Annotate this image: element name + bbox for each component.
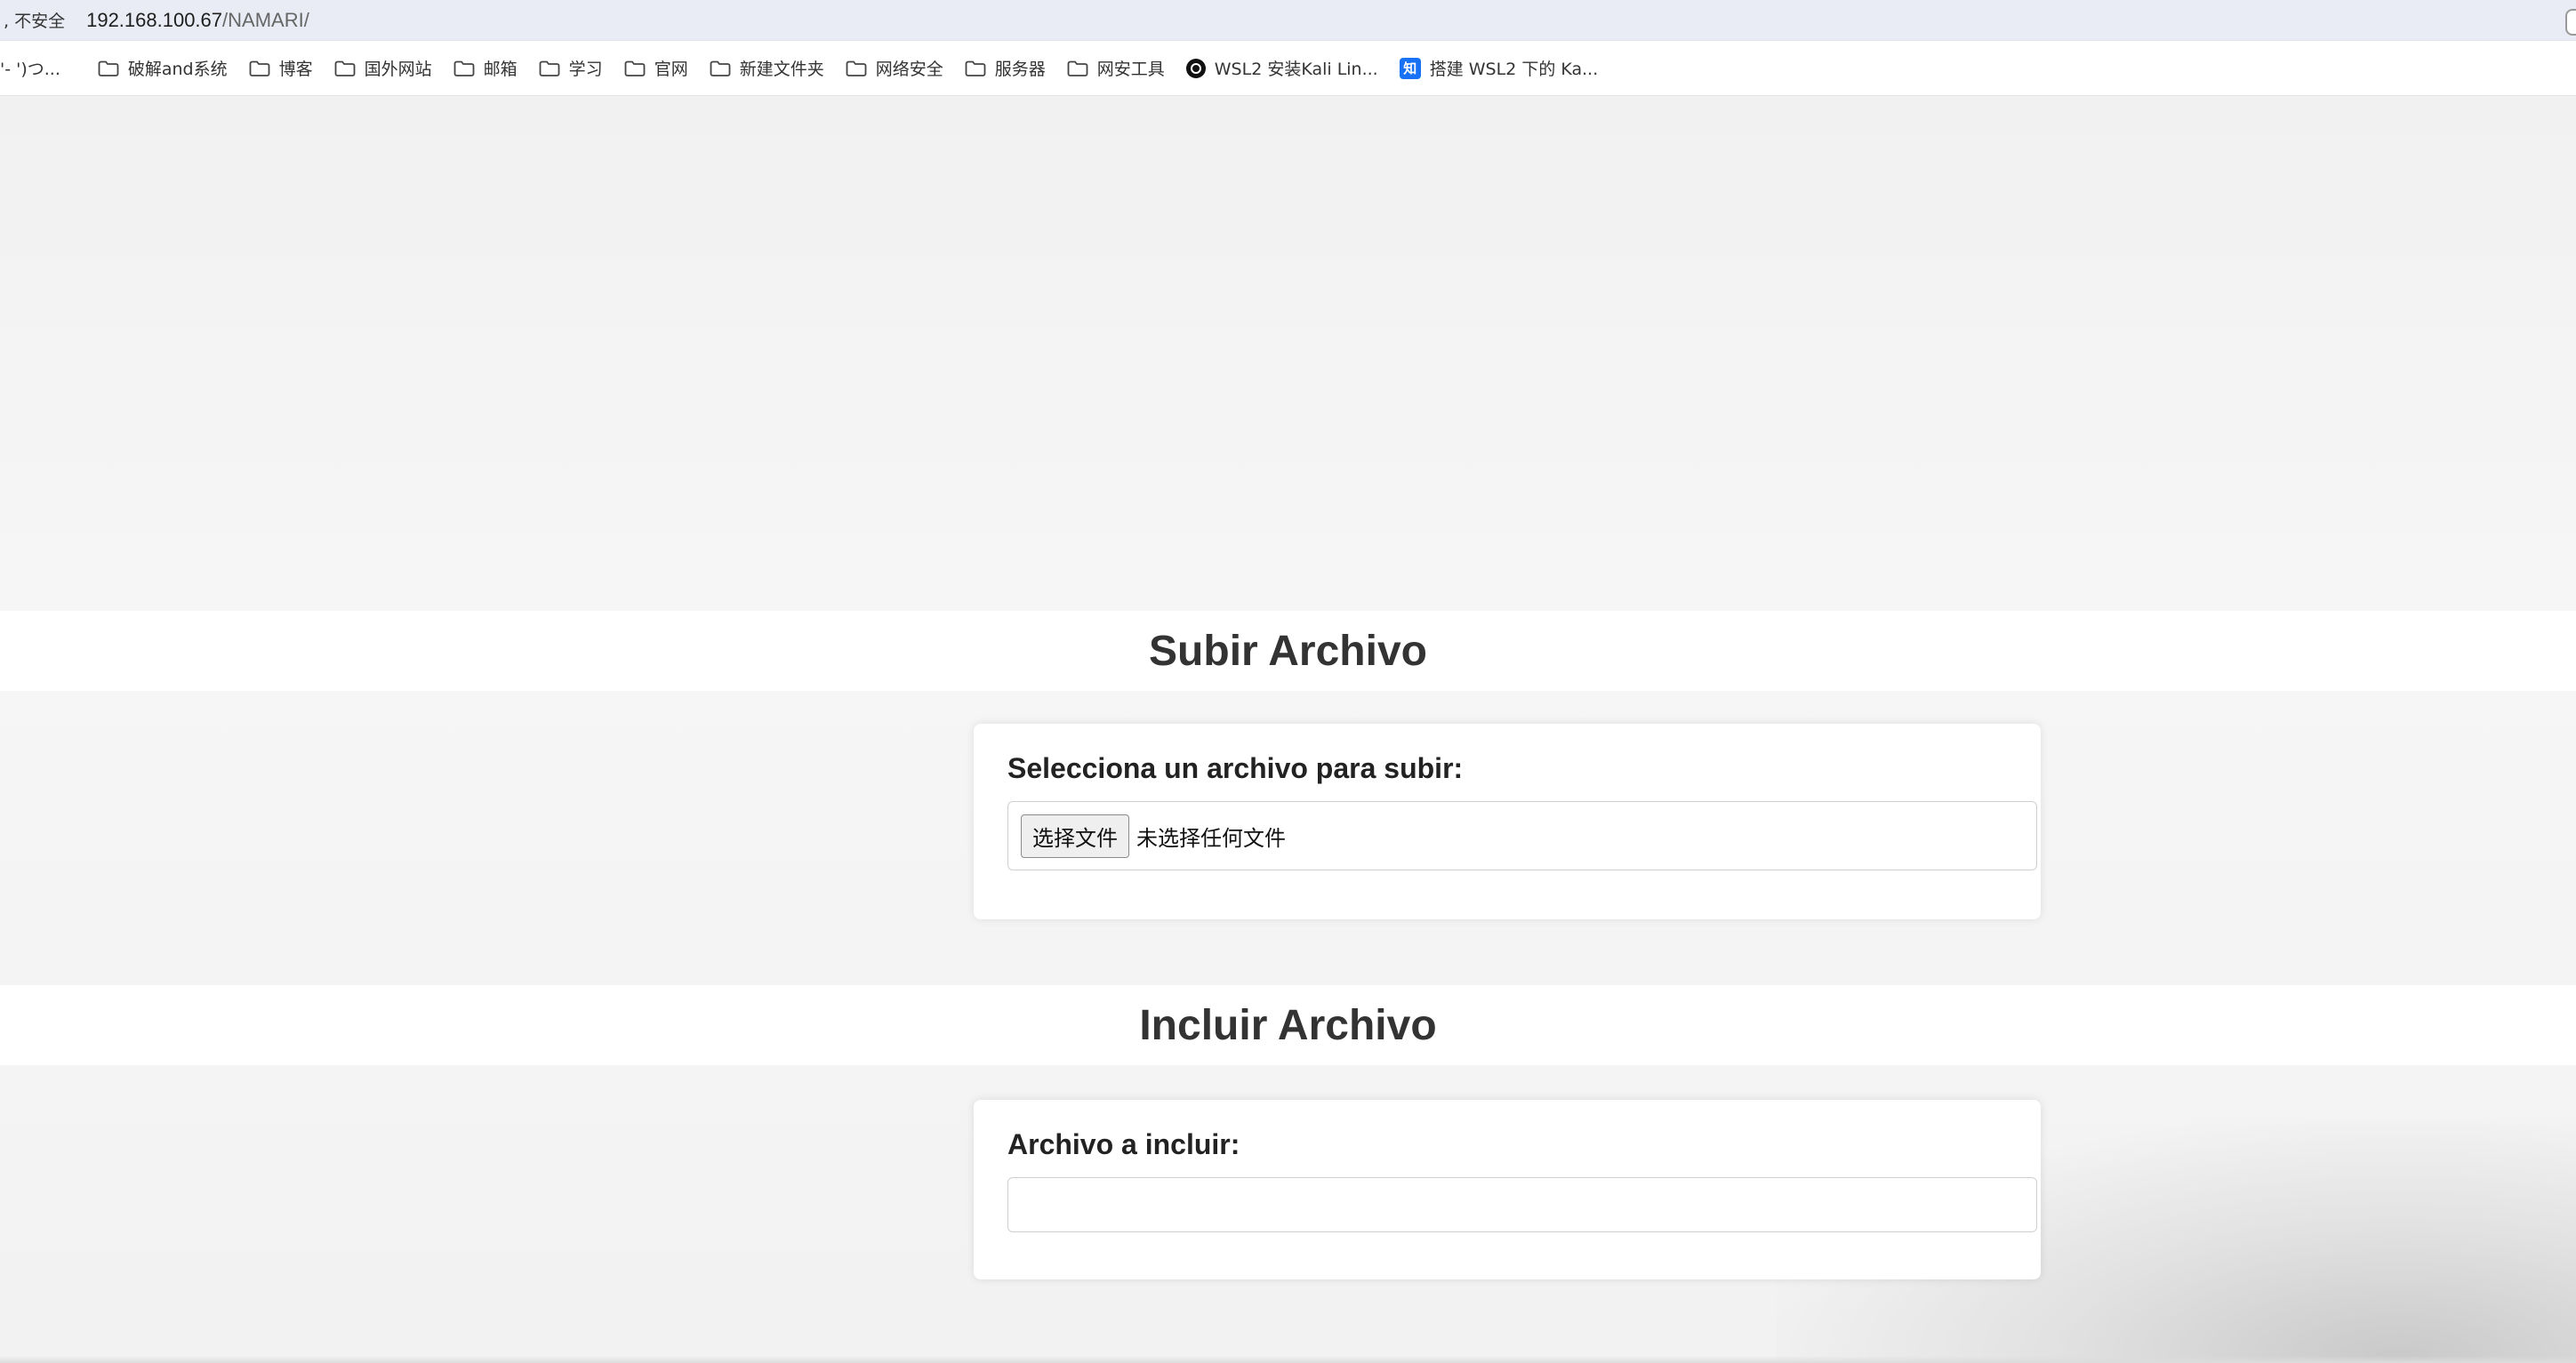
bookmark-folder-6[interactable]: 官网: [615, 51, 701, 86]
choose-file-button[interactable]: 选择文件: [1021, 814, 1129, 858]
folder-icon: [249, 60, 270, 76]
address-bar[interactable]: , 不安全 192.168.100.67/NAMARI/: [0, 0, 2576, 41]
bookmark-folder-5[interactable]: 学习: [530, 51, 615, 86]
folder-icon: [846, 60, 867, 76]
bottom-shade: [0, 1356, 2576, 1363]
bookmark-label: 国外网站: [364, 60, 432, 79]
bookmark-folder-1[interactable]: 破解and系统: [89, 51, 240, 86]
bookmark-label: 邮箱: [483, 60, 518, 79]
file-input[interactable]: 选择文件 未选择任何文件: [1007, 801, 2037, 870]
bookmark-label: 博客: [278, 60, 313, 79]
url-host[interactable]: 192.168.100.67: [86, 9, 222, 32]
bookmark-label: 破解and系统: [127, 60, 228, 79]
folder-icon: [334, 60, 356, 76]
folder-icon: [539, 60, 560, 76]
bookmark-folder-2[interactable]: 博客: [240, 51, 325, 86]
bookmark-label: 新建文件夹: [739, 60, 824, 79]
bookmark-folder-3[interactable]: 国外网站: [325, 51, 445, 86]
bookmark-label: 官网: [654, 60, 688, 79]
bookmark-zhihu[interactable]: 知 搭建 WSL2 下的 Ka...: [1391, 51, 1611, 86]
folder-icon: [1067, 60, 1088, 76]
bookmark-item-0[interactable]: '- ')つ...: [0, 51, 73, 86]
bookmark-label: 网络安全: [875, 60, 943, 79]
upload-card: Selecciona un archivo para subir: 选择文件 未…: [974, 724, 2041, 919]
page-content: Subir Archivo Selecciona un archivo para…: [0, 96, 2576, 1363]
folder-icon: [453, 60, 475, 76]
bookmark-folder-8[interactable]: 网络安全: [837, 51, 956, 86]
upload-header: Subir Archivo: [0, 611, 2576, 691]
bookmark-label: WSL2 安装Kali Lin...: [1214, 60, 1378, 79]
bookmark-label: 网安工具: [1096, 60, 1165, 79]
folder-icon: [624, 60, 646, 76]
zhihu-icon: 知: [1399, 57, 1421, 79]
bookmark-label: 学习: [568, 60, 603, 79]
chatgpt-icon: [1185, 58, 1206, 78]
folder-icon: [965, 60, 986, 76]
folder-icon: [98, 60, 119, 76]
include-file-input[interactable]: [1007, 1177, 2037, 1232]
url-path[interactable]: /NAMARI/: [222, 9, 309, 32]
upload-title: Subir Archivo: [1149, 627, 1427, 675]
include-label: Archivo a incluir:: [1007, 1128, 1240, 1160]
security-indicator[interactable]: , 不安全: [0, 8, 65, 32]
bookmarks-bar: '- ')つ... 破解and系统 博客 国外网站 邮箱 学习 官网 新建文件夹…: [0, 41, 2576, 96]
include-header: Incluir Archivo: [0, 985, 2576, 1065]
profile-edge-icon[interactable]: [2565, 9, 2576, 36]
bookmark-chatgpt[interactable]: WSL2 安装Kali Lin...: [1177, 51, 1391, 86]
bookmark-label: 搭建 WSL2 下的 Ka...: [1429, 60, 1599, 79]
include-title: Incluir Archivo: [1139, 1001, 1437, 1049]
bookmark-label: 服务器: [994, 60, 1046, 79]
bookmark-label: '- ')つ...: [0, 60, 60, 79]
folder-icon: [710, 60, 731, 76]
file-status: 未选择任何文件: [1136, 825, 1286, 851]
bookmark-folder-7[interactable]: 新建文件夹: [701, 51, 837, 86]
include-card: Archivo a incluir:: [974, 1100, 2041, 1279]
bookmark-folder-9[interactable]: 服务器: [956, 51, 1058, 86]
upload-label: Selecciona un archivo para subir:: [1007, 752, 1464, 784]
bookmark-folder-4[interactable]: 邮箱: [445, 51, 530, 86]
bookmark-folder-10[interactable]: 网安工具: [1058, 51, 1177, 86]
